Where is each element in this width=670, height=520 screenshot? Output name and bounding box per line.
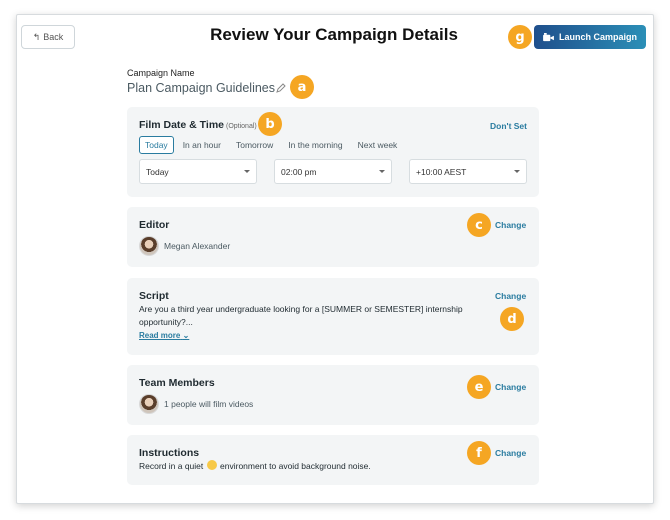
instructions-change-link[interactable]: Change — [495, 448, 526, 458]
time-select-value: 02:00 pm — [281, 166, 317, 177]
script-card: Script Change Are you a third year under… — [127, 278, 539, 355]
quick-date-options: Today In an hour Tomorrow In the morning… — [139, 136, 403, 154]
editor-title: Editor — [139, 219, 170, 231]
editor-card: Editor c Change Megan Alexander — [127, 207, 539, 267]
quick-option-in-an-hour[interactable]: In an hour — [177, 136, 227, 154]
team-members-summary: 1 people will film videos — [164, 399, 254, 409]
film-date-title-text: Film Date & Time — [139, 119, 224, 131]
annotation-badge-b: b — [258, 112, 282, 136]
chevron-down-icon — [514, 170, 520, 173]
quick-option-next-week[interactable]: Next week — [352, 136, 404, 154]
annotation-badge-e: e — [467, 375, 491, 399]
campaign-name-value[interactable]: Plan Campaign Guidelines — [127, 81, 275, 95]
team-members-title: Team Members — [139, 377, 215, 389]
editor-name: Megan Alexander — [164, 241, 231, 251]
quick-option-today[interactable]: Today — [139, 136, 174, 154]
instructions-title: Instructions — [139, 447, 200, 459]
timezone-select[interactable]: +10:00 AEST — [409, 159, 527, 184]
launch-campaign-button[interactable]: Launch Campaign — [534, 25, 646, 49]
editor-change-link[interactable]: Change — [495, 220, 526, 230]
campaign-name-label: Campaign Name — [127, 68, 195, 78]
pencil-icon[interactable] — [276, 83, 286, 93]
annotation-badge-a: a — [290, 75, 314, 99]
chevron-down-icon: ⌄ — [182, 331, 190, 340]
review-campaign-window: ↰ Back Review Your Campaign Details g La… — [16, 14, 654, 504]
team-members-card: Team Members e Change 1 people will film… — [127, 365, 539, 425]
film-date-card: Film Date & Time (Optional) b Don't Set T… — [127, 107, 539, 197]
timezone-select-value: +10:00 AEST — [416, 166, 467, 177]
date-select-value: Today — [146, 166, 169, 177]
script-text-line2: opportunity?... — [139, 317, 193, 327]
shushing-face-emoji-icon — [206, 460, 217, 470]
script-change-link[interactable]: Change — [495, 291, 526, 301]
annotation-badge-g: g — [508, 25, 532, 49]
quick-option-tomorrow[interactable]: Tomorrow — [230, 136, 279, 154]
instructions-text-before: Record in a quiet — [139, 461, 204, 471]
editor-avatar — [139, 236, 159, 256]
chevron-down-icon — [244, 170, 250, 173]
script-title: Script — [139, 290, 169, 302]
dont-set-link[interactable]: Don't Set — [490, 121, 527, 131]
launch-campaign-label: Launch Campaign — [558, 32, 637, 42]
annotation-badge-c: c — [467, 213, 491, 237]
team-member-avatar — [139, 394, 159, 414]
date-select[interactable]: Today — [139, 159, 257, 184]
time-select[interactable]: 02:00 pm — [274, 159, 392, 184]
chevron-down-icon — [379, 170, 385, 173]
annotation-badge-f: f — [467, 441, 491, 465]
read-more-label: Read more — [139, 331, 181, 340]
instructions-card: Instructions f Change Record in a quiet … — [127, 435, 539, 485]
annotation-badge-d: d — [500, 307, 524, 331]
quick-option-in-the-morning[interactable]: In the morning — [282, 136, 348, 154]
script-text-line1: Are you a third year undergraduate looki… — [139, 304, 463, 314]
instructions-text: Record in a quiet environment to avoid b… — [139, 460, 371, 473]
instructions-text-after: environment to avoid background noise. — [220, 461, 371, 471]
team-change-link[interactable]: Change — [495, 382, 526, 392]
read-more-link[interactable]: Read more ⌄ — [139, 331, 189, 340]
film-date-optional: (Optional) — [226, 123, 257, 130]
film-date-title: Film Date & Time (Optional) — [139, 119, 257, 131]
video-camera-icon — [543, 32, 554, 41]
